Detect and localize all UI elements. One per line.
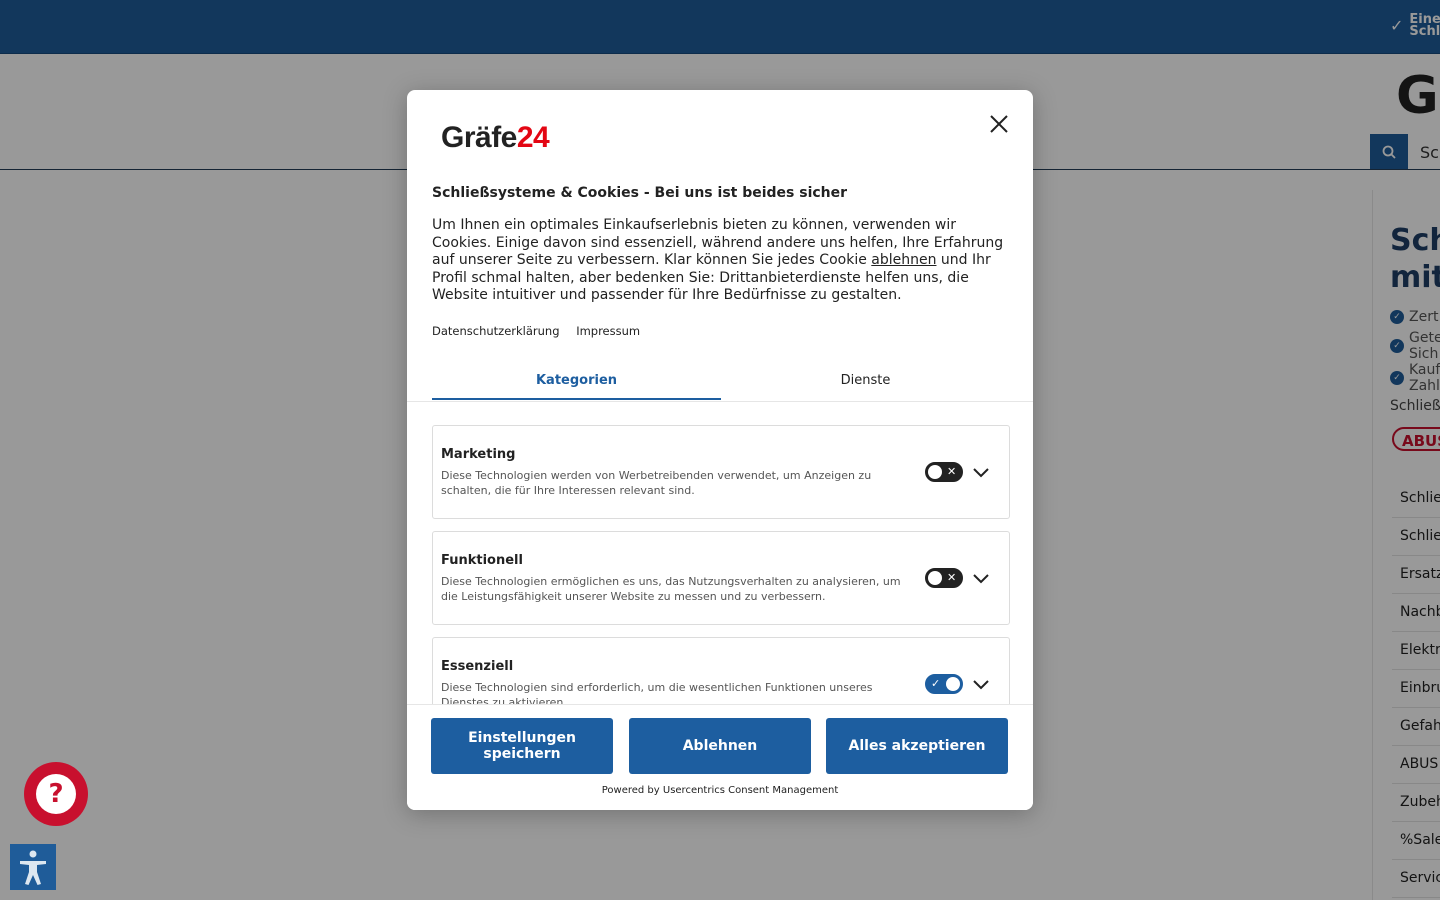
x-icon: ✕ xyxy=(947,571,957,584)
category-essential: Essenziell Diese Technologien sind erfor… xyxy=(432,637,1010,704)
accessibility-icon xyxy=(20,850,46,885)
chevron-down-icon[interactable] xyxy=(971,462,991,482)
consent-description: Um Ihnen ein optimales Einkaufserlebnis … xyxy=(432,217,1012,305)
checkmark-icon: ✓ xyxy=(931,677,941,690)
accessibility-button[interactable] xyxy=(10,844,56,890)
consent-tabs: Kategorien Dienste xyxy=(407,360,1033,402)
tab-services[interactable]: Dienste xyxy=(721,360,1010,400)
imprint-link[interactable]: Impressum xyxy=(576,324,640,338)
category-functional: Funktionell Diese Technologien ermöglich… xyxy=(432,531,1010,625)
consent-footer: Einstellungen speichern Ablehnen Alles a… xyxy=(407,704,1033,810)
toggle-knob xyxy=(946,677,960,691)
logo-text-part1: Gräfe xyxy=(441,121,517,154)
deny-inline-link[interactable]: ablehnen xyxy=(871,252,936,268)
help-chat-button[interactable]: ? xyxy=(24,762,88,826)
toggle-knob xyxy=(928,571,942,585)
category-title: Funktionell xyxy=(441,553,523,568)
category-list: Marketing Diese Technologien werden von … xyxy=(432,425,1010,704)
x-icon: ✕ xyxy=(947,465,957,478)
close-icon[interactable] xyxy=(985,110,1013,138)
consent-title: Schließsysteme & Cookies - Bei uns ist b… xyxy=(432,185,848,201)
logo-text-part2: 24 xyxy=(516,121,550,154)
chevron-down-icon[interactable] xyxy=(971,674,991,694)
category-title: Essenziell xyxy=(441,659,514,674)
save-settings-button[interactable]: Einstellungen speichern xyxy=(431,718,613,774)
functional-toggle[interactable]: ✕ xyxy=(925,568,963,588)
category-title: Marketing xyxy=(441,447,516,462)
category-description: Diese Technologien ermöglichen es uns, d… xyxy=(441,575,901,603)
question-icon: ? xyxy=(36,774,76,814)
essential-toggle[interactable]: ✓ xyxy=(925,674,963,694)
legal-links: Datenschutzerklärung Impressum xyxy=(432,324,653,338)
toggle-knob xyxy=(928,465,942,479)
category-marketing: Marketing Diese Technologien werden von … xyxy=(432,425,1010,519)
tab-categories[interactable]: Kategorien xyxy=(432,360,721,400)
consent-logo: Gräfe24 xyxy=(441,120,550,156)
chevron-down-icon[interactable] xyxy=(971,568,991,588)
accept-all-button[interactable]: Alles akzeptieren xyxy=(826,718,1008,774)
category-description: Diese Technologien werden von Werbetreib… xyxy=(441,469,872,497)
privacy-policy-link[interactable]: Datenschutzerklärung xyxy=(432,324,560,338)
category-description: Diese Technologien sind erforderlich, um… xyxy=(441,681,873,704)
marketing-toggle[interactable]: ✕ xyxy=(925,462,963,482)
cookie-consent-dialog: Gräfe24 Schließsysteme & Cookies - Bei u… xyxy=(407,90,1033,810)
powered-by-text[interactable]: Powered by Usercentrics Consent Manageme… xyxy=(407,785,1033,796)
deny-button[interactable]: Ablehnen xyxy=(629,718,811,774)
